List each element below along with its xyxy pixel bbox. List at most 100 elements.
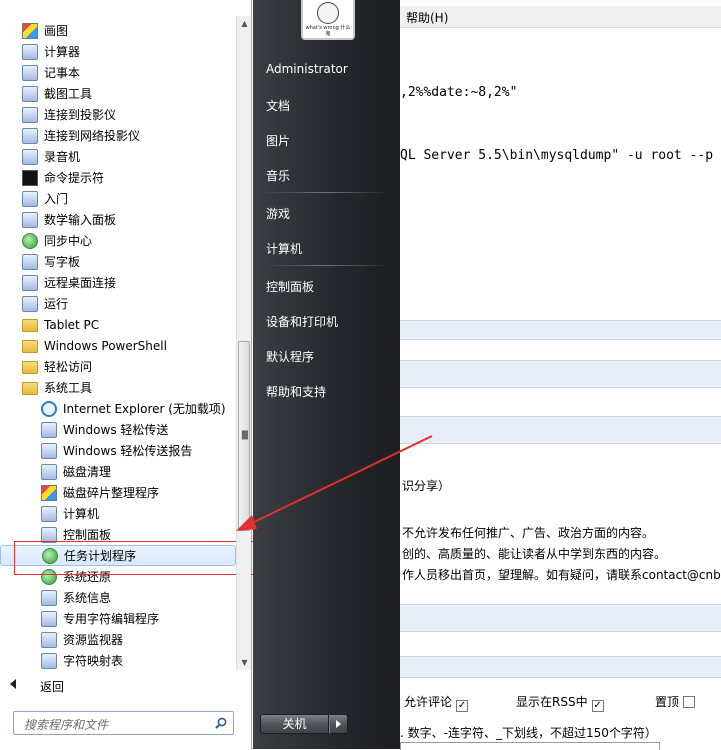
program-item-label: 命令提示符 [44,171,105,185]
easy-transfer-icon [41,421,57,438]
allow-comment-option[interactable]: 允许评论 ✓ [404,693,469,712]
program-item-label: Windows PowerShell [44,338,167,353]
computer-icon [41,505,57,522]
program-item[interactable]: 写字板 [0,251,236,272]
program-item[interactable]: 磁盘清理 [0,461,236,482]
pin-top-option[interactable]: 置顶 [655,693,696,710]
program-item-label: 入门 [44,192,69,206]
link-pictures[interactable]: 图片 [266,132,290,149]
scroll-grip-icon: ▬ ▬ ▬ [241,427,249,442]
program-item[interactable]: 连接到投影仪 [0,104,236,125]
program-item-label: 资源监视器 [63,633,124,647]
program-item[interactable]: 记事本 [0,62,236,83]
program-item[interactable]: Windows 轻松传送 [0,419,236,440]
allow-comment-checkbox[interactable]: ✓ [456,700,469,712]
program-item-label: Windows 轻松传送 [63,423,169,437]
scroll-thumb[interactable]: ▬ ▬ ▬ [238,341,250,531]
link-help-support[interactable]: 帮助和支持 [266,383,326,400]
program-item[interactable]: Windows PowerShell [0,335,236,356]
easy-transfer-report-icon [41,442,57,459]
folder-icon [22,340,38,353]
program-item[interactable]: 数学输入面板 [0,209,236,230]
program-item-label: 系统信息 [63,591,112,605]
program-item-label: 记事本 [44,66,81,80]
show-in-rss-option[interactable]: 显示在RSS中 ✓ [516,693,604,712]
section-bar [400,416,721,444]
program-item[interactable]: 计算器 [0,41,236,62]
program-item[interactable]: 磁盘碎片整理程序 [0,482,236,503]
program-item[interactable]: 画图 [0,20,236,41]
link-documents[interactable]: 文档 [266,97,290,114]
program-item[interactable]: 轻松访问 [0,356,236,377]
program-item[interactable]: 录音机 [0,146,236,167]
link-games[interactable]: 游戏 [266,205,290,222]
program-item[interactable]: 运行 [0,293,236,314]
program-item-label: 系统还原 [63,570,112,584]
link-control-panel[interactable]: 控制面板 [266,278,314,295]
cmd-icon [22,169,38,186]
program-item[interactable]: 系统工具 [0,377,236,398]
program-item[interactable]: 同步中心 [0,230,236,251]
program-item-label: 连接到投影仪 [44,108,117,122]
program-item-label: Tablet PC [44,317,100,332]
scroll-down-icon[interactable]: ▼ [237,655,252,670]
program-item[interactable]: 系统还原 [0,566,236,587]
program-item[interactable]: 截图工具 [0,83,236,104]
shutdown-button[interactable]: 关机 [260,714,329,734]
menu-help[interactable]: 帮助(H) [406,9,448,26]
folder-icon [22,361,38,374]
program-list-scrollbar[interactable]: ▲ ▬ ▬ ▬ ▼ [236,16,251,670]
program-item-label: 截图工具 [44,87,93,101]
program-item[interactable]: 系统信息 [0,587,236,608]
calculator-icon [22,43,38,60]
link-computer[interactable]: 计算机 [266,240,302,257]
user-picture[interactable]: what's wrong 什么鬼 [301,0,355,40]
link-default-programs[interactable]: 默认程序 [266,348,314,365]
microphone-icon [22,148,38,165]
folder-icon [22,319,38,332]
notice-text: 不允许发布任何推广、广告、政治方面的内容。 [402,526,655,540]
search-icon[interactable] [215,717,227,729]
program-item[interactable]: 字符映射表 [0,650,236,671]
show-in-rss-checkbox[interactable]: ✓ [591,700,604,712]
back-button[interactable]: 返回 [0,674,250,696]
system-restore-icon [41,568,57,585]
shutdown-options-button[interactable] [329,714,348,734]
char-editor-icon [41,610,57,627]
program-item[interactable]: Windows 轻松传送报告 [0,440,236,461]
program-item[interactable]: 连接到网络投影仪 [0,125,236,146]
program-item[interactable]: 入门 [0,188,236,209]
code-line: ,2%%date:~8,2%" [400,85,518,100]
defrag-icon [41,484,57,501]
wordpad-icon [22,253,38,270]
code-area[interactable]: ,2%%date:~8,2%" QL Server 5.5\bin\mysqld… [400,40,721,208]
section-bar [400,320,721,340]
program-item[interactable]: 远程桌面连接 [0,272,236,293]
scroll-up-icon[interactable]: ▲ [237,16,252,31]
notice-text: 作人员移出首页，望理解。如有疑问，请联系contact@cnbl [402,568,721,582]
link-devices-printers[interactable]: 设备和打印机 [266,313,338,330]
program-item-label: 写字板 [44,255,81,269]
search-placeholder: 搜索程序和文件 [24,718,109,732]
disk-cleanup-icon [41,463,57,480]
program-item[interactable]: 计算机 [0,503,236,524]
search-input[interactable]: 搜索程序和文件 [13,711,234,735]
link-administrator[interactable]: Administrator [266,62,348,76]
program-item[interactable]: 控制面板 [0,524,236,545]
charmap-icon [41,652,57,669]
user-picture-caption: what's wrong 什么鬼 [305,25,351,37]
program-item-label: 数学输入面板 [44,213,117,227]
program-item-label: 录音机 [44,150,81,164]
program-item[interactable]: Tablet PC [0,314,236,335]
allow-comment-label: 允许评论 [404,695,453,709]
program-item[interactable]: 专用字符编辑程序 [0,608,236,629]
program-item-label: 字符映射表 [63,654,124,668]
program-item-selected[interactable]: 任务计划程序 [0,545,236,566]
program-item-label: 控制面板 [63,528,112,542]
program-item[interactable]: 命令提示符 [0,167,236,188]
program-item[interactable]: 资源监视器 [0,629,236,650]
link-music[interactable]: 音乐 [266,167,290,184]
program-item-label: 画图 [44,24,69,38]
pin-top-checkbox[interactable] [683,696,696,708]
program-item[interactable]: Internet Explorer (无加载项) [0,398,236,419]
